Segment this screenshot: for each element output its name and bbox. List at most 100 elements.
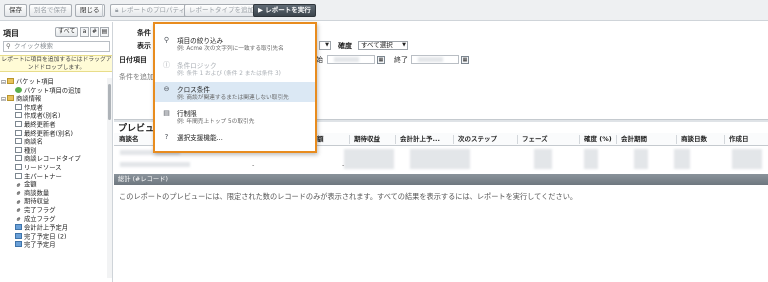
column-divider xyxy=(676,135,677,144)
date-fields-icon[interactable]: ▤ xyxy=(100,27,109,37)
column-header[interactable]: 会計期間 xyxy=(621,133,647,146)
field-tree-label: 主パートナー xyxy=(24,173,62,181)
column-header[interactable]: 会計計上予... xyxy=(400,133,440,146)
table-cell xyxy=(732,149,762,169)
field-tree-label: 商談情報 xyxy=(16,95,42,103)
column-header[interactable]: 期待収益 xyxy=(354,133,380,146)
row-limit-icon: ▤ xyxy=(163,109,170,117)
table-cell xyxy=(344,149,394,169)
add-icon xyxy=(15,86,22,93)
lock-icon: 🔒︎ xyxy=(115,6,119,14)
quick-search-input[interactable]: ⚲ クイック検索 xyxy=(3,41,110,52)
field-tree-item[interactable]: 最終更新者 xyxy=(0,120,108,130)
report-properties-button[interactable]: 🔒︎ レポートのプロパティ xyxy=(110,4,191,17)
column-header[interactable]: 作成日 xyxy=(729,133,749,146)
field-tree-item[interactable]: 作成者 xyxy=(0,103,108,113)
field-icon xyxy=(15,129,22,136)
probability-value: すべて選択 xyxy=(361,41,393,49)
end-date-value xyxy=(418,57,443,62)
field-type-filter[interactable]: すべて xyxy=(55,27,79,37)
field-tree: ⊟ バケット項目 バケット項目の追加 ⊟ 商談情報 作成者 作成者(別名) 最終更新者 最終更新… xyxy=(0,78,108,250)
menu-item[interactable]: ⊖ クロス条件 例: 商談が関連するまたは関連しない取引先 xyxy=(155,82,315,102)
field-tree-label: バケット項目の追加 xyxy=(24,87,81,95)
column-divider xyxy=(579,135,580,144)
cross-filter-icon: ⊖ xyxy=(163,85,170,93)
field-tree-label: 種別 xyxy=(24,147,37,155)
save-as-button[interactable]: 別名で保存 xyxy=(29,4,72,17)
field-tree-item[interactable]: リードソース xyxy=(0,163,108,173)
field-icon xyxy=(15,163,22,170)
field-tree-item[interactable]: 商談レコードタイプ xyxy=(0,155,108,164)
field-tree-item[interactable]: # 成立フラグ xyxy=(0,216,108,225)
close-button[interactable]: 閉じる xyxy=(75,4,105,17)
start-date-label: 始 xyxy=(316,56,323,64)
folder-icon xyxy=(7,95,14,102)
field-tree-item[interactable]: 作成者(別名) xyxy=(0,112,108,121)
column-header[interactable]: 商談名 xyxy=(119,133,139,146)
add-report-type-button[interactable]: レポートタイプを追加 xyxy=(184,4,259,17)
fields-scrollbar-thumb[interactable] xyxy=(108,84,111,120)
field-icon xyxy=(15,146,22,153)
field-tree-label: 完了予定日 (2) xyxy=(24,233,67,241)
probability-label: 確度 xyxy=(338,42,352,50)
chevron-down-icon: ▼ xyxy=(325,42,329,48)
report-properties-label: レポートのプロパティ xyxy=(120,6,186,14)
column-header[interactable]: 額 xyxy=(317,133,324,146)
menu-item[interactable]: ? 選択支援機能... xyxy=(155,130,315,150)
column-header[interactable]: フェーズ xyxy=(522,133,548,146)
table-row xyxy=(120,162,190,167)
menu-item-example: 例: 商談が関連するまたは関連しない取引先 xyxy=(177,95,289,101)
menu-item-example: 例: 年間売上トップ 5の取引先 xyxy=(177,119,255,125)
field-tree-label: 商談名 xyxy=(24,138,43,146)
field-tree-label: 金額 xyxy=(24,181,37,189)
field-tree-item[interactable]: 最終更新者(別名) xyxy=(0,129,108,139)
no-conditions-text: 条件を追加 xyxy=(119,73,154,81)
menu-item[interactable]: ▤ 行制限 例: 年間売上トップ 5の取引先 xyxy=(155,106,315,126)
probability-select[interactable]: すべて選択 ▼ xyxy=(358,41,408,50)
field-tree-item[interactable]: 主パートナー xyxy=(0,172,108,182)
field-tree-item[interactable]: # 商談数量 xyxy=(0,190,108,199)
save-button[interactable]: 保存 xyxy=(4,4,27,17)
field-tree-item[interactable]: 完了予定日 (2) xyxy=(0,232,108,242)
column-header[interactable]: 次のステップ xyxy=(458,133,497,146)
field-tree-item[interactable]: バケット項目の追加 xyxy=(0,86,108,96)
field-tree-item[interactable]: # 完了フラグ xyxy=(0,207,108,216)
field-tree-item[interactable]: 商談名 xyxy=(0,138,108,147)
field-tree-item[interactable]: # 金額 xyxy=(0,181,108,190)
field-tree-item[interactable]: 種別 xyxy=(0,146,108,156)
field-icon xyxy=(15,138,22,145)
menu-item[interactable]: ⚲ 項目の絞り込み 例: Acme 次の文字列に一致する取引先名 xyxy=(155,33,315,53)
calendar-icon[interactable]: ▦ xyxy=(461,56,469,64)
field-tree-item[interactable]: 会計計上予定月 xyxy=(0,224,108,233)
field-tree-item[interactable]: # 期待収益 xyxy=(0,198,108,207)
field-tree-item[interactable]: 完了予定月 xyxy=(0,241,108,250)
add-filter-menu: ⚲ 項目の絞り込み 例: Acme 次の文字列に一致する取引先名 ⓛ 条件ロジック 例: … xyxy=(153,22,317,153)
show-label: 表示 xyxy=(137,42,151,50)
column-header[interactable]: 商談日数 xyxy=(681,133,707,146)
number-icon: # xyxy=(16,217,21,223)
field-icon xyxy=(15,112,22,119)
column-divider xyxy=(724,135,725,144)
table-cell xyxy=(410,149,470,169)
number-icon: # xyxy=(16,182,21,189)
fields-panel: 項目 すべて a # ▤ ⚲ クイック検索 レポートに項目を追加するにはドラッグ… xyxy=(0,22,113,282)
number-icon: # xyxy=(16,191,21,198)
folder-icon xyxy=(7,78,14,84)
date-icon xyxy=(15,224,22,231)
calendar-icon[interactable]: ▦ xyxy=(377,56,385,64)
chevron-down-icon: ▼ xyxy=(402,42,406,48)
field-tree-item[interactable]: ⊟ バケット項目 xyxy=(0,78,108,87)
menu-item-example: 例: Acme 次の文字列に一致する取引先名 xyxy=(177,46,284,52)
field-icon xyxy=(15,103,22,110)
text-fields-icon[interactable]: a xyxy=(80,27,89,37)
column-divider xyxy=(453,135,454,144)
show-select[interactable]: ▼ xyxy=(319,41,331,50)
field-tree-item[interactable]: ⊟ 商談情報 xyxy=(0,95,108,104)
column-header[interactable]: 確度 (%) xyxy=(584,133,612,146)
field-tree-label: バケット項目 xyxy=(16,78,54,86)
run-report-button[interactable]: ▶ レポートを実行 xyxy=(253,4,316,17)
field-tree-label: 完了フラグ xyxy=(24,206,56,214)
number-fields-icon[interactable]: # xyxy=(90,27,99,37)
field-icon xyxy=(15,120,22,127)
conditions-label: 条件 xyxy=(137,29,151,37)
